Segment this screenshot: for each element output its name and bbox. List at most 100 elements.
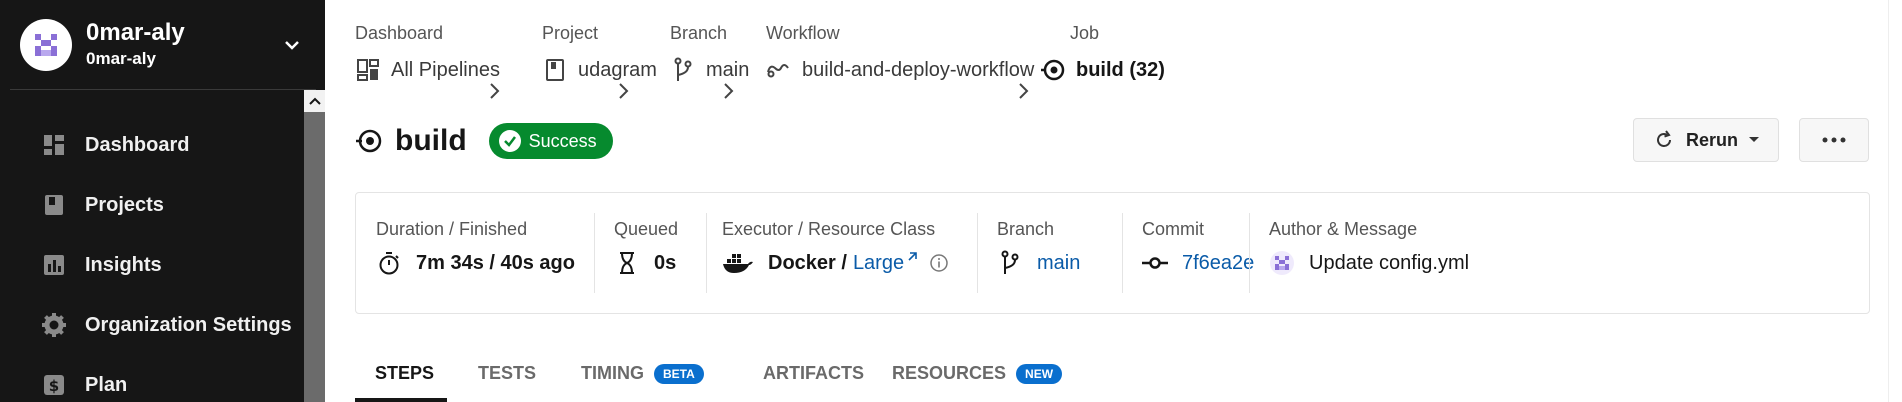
chevron-right-icon: [490, 83, 500, 99]
breadcrumb-value: build-and-deploy-workflow: [802, 58, 1035, 81]
commit-icon: [1142, 250, 1168, 276]
commit-value-row: 7f6ea2e: [1142, 248, 1254, 278]
tab-artifacts[interactable]: ARTIFACTS: [763, 345, 864, 402]
branch-link[interactable]: main: [1037, 252, 1080, 275]
breadcrumb-workflow: Workflow build-and-deploy-workflow: [766, 22, 1034, 85]
org-avatar-icon: [30, 28, 62, 61]
status-text: Success: [528, 130, 597, 151]
breadcrumb-project-link[interactable]: udagram: [542, 55, 657, 85]
sidebar-item-projects[interactable]: Projects: [0, 175, 304, 235]
executor-caption: Executor / Resource Class: [722, 219, 936, 239]
divider: [706, 213, 707, 293]
commit-caption: Commit: [1142, 219, 1204, 239]
divider: [1249, 213, 1250, 293]
tab-steps[interactable]: STEPS: [375, 345, 434, 402]
duration-caption: Duration / Finished: [376, 219, 528, 239]
tab-resources[interactable]: RESOURCES NEW: [892, 345, 1063, 402]
author-value-row: Update config.yml: [1269, 248, 1469, 278]
external-link-icon: [908, 252, 917, 261]
sidebar-item-label: Dashboard: [85, 133, 190, 156]
breadcrumb-caption: Workflow: [766, 23, 840, 43]
sidebar-item-insights[interactable]: Insights: [0, 235, 304, 295]
tab-label: RESOURCES: [892, 363, 1007, 383]
job-icon: [1040, 57, 1066, 83]
sidebar-item-label: Projects: [85, 193, 164, 216]
plan-icon: $: [42, 373, 66, 397]
queued-caption: Queued: [614, 219, 679, 239]
sidebar-item-dashboard[interactable]: Dashboard: [0, 115, 304, 175]
breadcrumb-value: main: [706, 58, 750, 81]
chevron-right-icon: [724, 83, 734, 99]
org-switcher[interactable]: 0mar-aly 0mar-aly: [10, 0, 316, 90]
tab-label: STEPS: [375, 363, 435, 383]
queued-value: 0s: [654, 251, 677, 274]
duration-value: 7m 34s / 40s ago: [416, 251, 575, 274]
more-icon: [1822, 137, 1846, 143]
stopwatch-icon: [376, 250, 402, 276]
status-badge: Success: [488, 123, 613, 159]
chevron-right-icon: [1019, 83, 1029, 99]
info-icon[interactable]: [929, 253, 949, 273]
author-avatar: [1269, 250, 1295, 276]
executor-value: Docker /: [768, 251, 847, 274]
workflow-icon: [766, 57, 792, 83]
org-name: 0mar-aly: [86, 18, 185, 46]
breadcrumb-caption: Dashboard: [355, 23, 444, 43]
org-username: 0mar-aly: [86, 48, 156, 68]
job-icon: [355, 127, 383, 155]
executor-value-row: Docker / Large: [722, 248, 949, 278]
new-badge: NEW: [1016, 363, 1063, 384]
author-caption: Author & Message: [1269, 219, 1418, 239]
breadcrumb-workflow-link[interactable]: build-and-deploy-workflow: [766, 55, 1034, 85]
tab-label: TESTS: [478, 363, 537, 383]
commit-link[interactable]: 7f6ea2e: [1182, 252, 1254, 275]
sidebar-scrollbar-thumb[interactable]: [304, 112, 325, 402]
breadcrumb-project: Project udagram: [542, 22, 657, 85]
tab-label: TIMING: [581, 363, 644, 383]
main-content: Dashboard All Pipelines Project udagram …: [325, 0, 1902, 402]
resource-class-link[interactable]: Large: [853, 252, 904, 275]
sidebar-item-plan[interactable]: $ Plan: [0, 355, 304, 402]
breadcrumb-value: udagram: [578, 58, 657, 81]
sidebar-item-label: Plan: [85, 373, 128, 396]
sidebar-item-organization-settings[interactable]: Organization Settings: [0, 295, 304, 355]
org-avatar: [20, 18, 72, 71]
svg-text:$: $: [49, 377, 59, 395]
project-icon: [542, 57, 568, 83]
breadcrumb-branch-link[interactable]: main: [670, 55, 749, 85]
breadcrumb-caption: Job: [1070, 23, 1100, 43]
breadcrumb-job-current: build (32): [1040, 55, 1165, 85]
tab-tests[interactable]: TESTS: [478, 345, 536, 402]
chevron-down-icon[interactable]: [280, 33, 304, 57]
chevron-up-icon[interactable]: [304, 90, 325, 112]
caret-down-icon: [1749, 137, 1760, 142]
page-scrollbar[interactable]: [1888, 0, 1902, 402]
queued-value-row: 0s: [614, 248, 676, 278]
branch-value-row: main: [997, 248, 1080, 278]
breadcrumb-caption: Branch: [670, 23, 728, 43]
commit-message: Update config.yml: [1309, 251, 1470, 274]
active-tab-indicator: [355, 398, 447, 402]
rerun-button[interactable]: Rerun: [1633, 118, 1779, 162]
sidebar-nav: Dashboard Projects Insights Organization…: [0, 115, 304, 402]
tab-timing[interactable]: TIMING BETA: [581, 345, 704, 402]
divider: [1122, 213, 1123, 293]
branch-icon: [997, 250, 1023, 276]
sidebar: 0mar-aly 0mar-aly Dashboard Projects Ins…: [0, 0, 325, 402]
divider: [977, 213, 978, 293]
duration-value-row: 7m 34s / 40s ago: [376, 248, 575, 278]
projects-icon: [42, 193, 66, 217]
chevron-right-icon: [619, 83, 629, 99]
breadcrumb-dashboard: Dashboard All Pipelines: [355, 22, 500, 85]
more-options-button[interactable]: [1799, 118, 1869, 162]
branch-icon: [670, 57, 696, 83]
gear-icon: [42, 313, 66, 337]
insights-icon: [42, 253, 66, 277]
divider: [594, 213, 595, 293]
sidebar-item-label: Insights: [85, 253, 162, 276]
breadcrumb-value: build (32): [1076, 58, 1165, 81]
docker-icon: [722, 250, 754, 276]
dashboard-icon: [42, 133, 66, 157]
breadcrumb-all-pipelines-link[interactable]: All Pipelines: [355, 55, 500, 85]
job-info-panel: Duration / Finished 7m 34s / 40s ago Que…: [355, 192, 1870, 314]
